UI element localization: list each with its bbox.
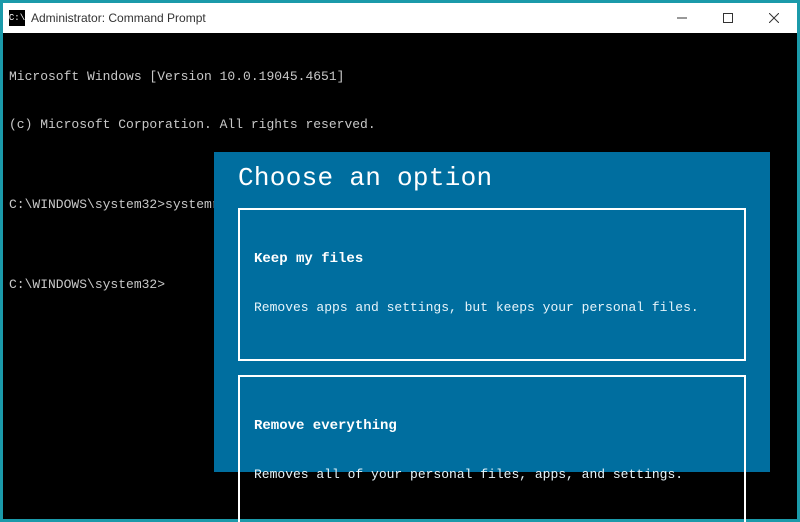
reset-dialog: Choose an option Keep my files Removes a…	[214, 152, 770, 472]
console-line: (c) Microsoft Corporation. All rights re…	[9, 117, 791, 133]
close-button[interactable]	[751, 3, 797, 33]
minimize-button[interactable]	[659, 3, 705, 33]
option-desc: Removes apps and settings, but keeps you…	[254, 300, 730, 316]
titlebar[interactable]: C:\ Administrator: Command Prompt	[3, 3, 797, 33]
cmd-icon: C:\	[9, 10, 25, 26]
maximize-button[interactable]	[705, 3, 751, 33]
window-title: Administrator: Command Prompt	[31, 11, 206, 25]
cmd-icon-glyph: C:\	[9, 14, 25, 23]
cmd-window: C:\ Administrator: Command Prompt Micros…	[3, 3, 797, 519]
close-icon	[769, 13, 779, 23]
option-title: Remove everything	[254, 418, 730, 434]
option-keep-files[interactable]: Keep my files Removes apps and settings,…	[238, 208, 746, 361]
option-remove-everything[interactable]: Remove everything Removes all of your pe…	[238, 375, 746, 522]
console-line: Microsoft Windows [Version 10.0.19045.46…	[9, 69, 791, 85]
desktop-frame: C:\ Administrator: Command Prompt Micros…	[0, 0, 800, 522]
console-output[interactable]: Microsoft Windows [Version 10.0.19045.46…	[3, 33, 797, 519]
option-title: Keep my files	[254, 251, 730, 267]
option-desc: Removes all of your personal files, apps…	[254, 467, 730, 483]
minimize-icon	[677, 13, 687, 23]
dialog-heading: Choose an option	[238, 170, 746, 186]
maximize-icon	[723, 13, 733, 23]
